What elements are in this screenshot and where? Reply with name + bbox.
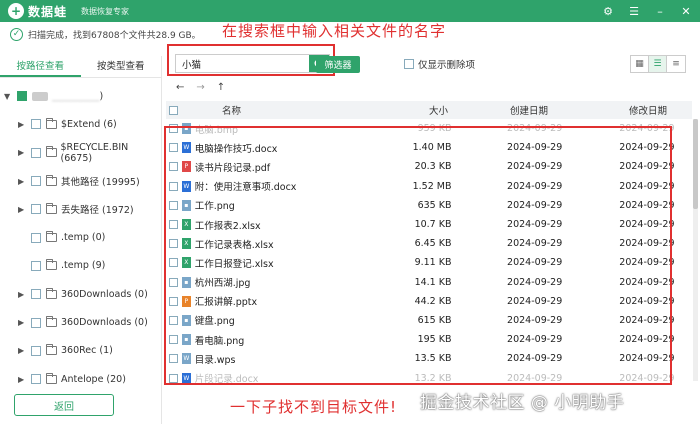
tree-item[interactable]: .temp (0) [0,223,161,251]
tree-item[interactable]: ▶ Antelope (20) [0,365,161,393]
chevron-right-icon[interactable]: ▶ [18,205,28,214]
tree-item-label: 丢失路径 (1972) [61,205,134,217]
tree-item[interactable]: .temp (9) [0,252,161,280]
logo-icon: + [8,3,24,19]
settings-icon[interactable]: ⚙ [600,3,616,19]
search-input[interactable] [176,58,309,69]
folder-icon [46,287,57,299]
tree-root[interactable]: ▼ __________ ) [0,82,161,110]
tree-item-checkbox[interactable] [31,176,41,187]
detail-view-icon[interactable]: ≡ [667,56,685,72]
chevron-right-icon[interactable]: ▶ [18,318,28,327]
tree-item-label: 其他路径 (19995) [61,177,140,189]
folder-icon [46,202,57,214]
tree-item-checkbox[interactable] [31,232,41,243]
view-toggle-group: ▦ ☰ ≡ [630,55,686,73]
folder-tree: ▼ __________ ) ▶ $Extend (6) ▶ $RECYCLE.… [0,78,161,393]
tree-item[interactable]: ▶ 360Downloads (0) [0,308,161,336]
path-navigation: ← → ↑ [176,82,225,93]
header-modified[interactable]: 修改日期 [574,103,692,117]
tree-item[interactable]: ▶ 丢失路径 (1972) [0,195,161,223]
scan-status-text: 扫描完成，找到67808个文件共28.9 GB。 [28,30,201,41]
tree-item-checkbox[interactable] [31,289,41,300]
tree-item-checkbox[interactable] [31,204,41,215]
tree-item[interactable]: ▶ 360Downloads (0) [0,280,161,308]
sidebar: 按路径查看 按类型查看 ▼ __________ ) ▶ $Extend (6)… [0,56,162,424]
tree-item[interactable]: ▶ $RECYCLE.BIN (6675) [0,139,161,167]
chevron-right-icon[interactable]: ▶ [18,148,28,157]
file-table-header: 名称 大小 创建日期 修改日期 [166,101,692,119]
tree-item[interactable]: ▶ 360Rec (1) [0,337,161,365]
window-controls: ⚙ ☰ – ✕ [600,3,694,19]
header-size[interactable]: 大小 [328,103,448,117]
app-subtitle: 数据恢复专家 [81,6,130,16]
tree-root-suffix: ) [99,90,104,102]
tree-root-checkbox[interactable] [17,91,27,102]
title-bar: + 数据蛙 数据恢复专家 ⚙ ☰ – ✕ [0,0,700,22]
tree-item-label: 360Downloads (0) [61,288,148,300]
folder-icon [45,146,57,158]
tree-item[interactable]: ▶ $Extend (6) [0,110,161,138]
scan-status: ✓ 扫描完成，找到67808个文件共28.9 GB。 [10,26,201,42]
chevron-right-icon[interactable]: ▶ [18,290,28,299]
watermark: 掘金技术社区 @ 小明助手 [420,393,625,413]
scrollbar-thumb[interactable] [693,119,698,209]
check-circle-icon: ✓ [10,27,23,41]
tree-item-label: $Extend (6) [61,118,117,130]
app-name: 数据蛙 [28,4,68,19]
minimize-icon[interactable]: – [652,3,668,19]
tree-item-checkbox[interactable] [31,345,41,356]
tree-item-label: .temp (0) [61,232,106,244]
nav-forward-icon[interactable]: → [196,82,204,93]
grid-view-icon[interactable]: ▦ [631,56,649,72]
nav-up-icon[interactable]: ↑ [217,82,225,93]
folder-icon [46,231,57,243]
chevron-right-icon[interactable]: ▶ [18,177,28,186]
chevron-right-icon[interactable]: ▶ [18,120,28,129]
folder-icon [46,344,57,356]
tree-item-label: .temp (9) [61,260,106,272]
search-box [175,54,330,73]
tree-item[interactable]: ▶ 其他路径 (19995) [0,167,161,195]
tree-item-checkbox[interactable] [31,260,41,271]
back-button[interactable]: 返回 [14,394,114,416]
tree-root-label: __________ [52,90,100,102]
only-deleted-checkbox[interactable] [404,59,414,69]
tree-item-label: $RECYCLE.BIN (6675) [60,141,129,164]
folder-icon [46,174,57,186]
table-scrollbar[interactable] [693,119,698,381]
menu-icon[interactable]: ☰ [626,3,642,19]
folder-icon [46,259,57,271]
list-view-icon[interactable]: ☰ [649,56,667,72]
close-icon[interactable]: ✕ [678,3,694,19]
only-deleted-label: 仅显示删除项 [418,60,476,71]
tree-item-checkbox[interactable] [31,317,41,328]
tree-item-checkbox[interactable] [30,147,41,158]
header-name[interactable]: 名称 [178,103,328,117]
folder-icon [46,316,57,328]
drive-icon [32,91,48,101]
chevron-right-icon[interactable]: ▶ [18,346,28,355]
tab-by-type[interactable]: 按类型查看 [81,56,162,77]
sidebar-tabs: 按路径查看 按类型查看 [0,56,161,78]
chevron-right-icon[interactable]: ▶ [18,375,28,384]
tree-item-checkbox[interactable] [31,374,41,385]
folder-icon [46,372,57,384]
results-highlight-box [164,126,672,385]
tree-item-checkbox[interactable] [31,119,41,130]
tree-item-label: 360Rec (1) [61,345,113,357]
select-all-checkbox[interactable] [169,105,178,115]
header-created[interactable]: 创建日期 [448,103,574,117]
tab-by-path[interactable]: 按路径查看 [0,56,81,77]
tree-item-label: 360Downloads (0) [61,317,148,329]
nav-back-icon[interactable]: ← [176,82,184,93]
only-deleted-toggle[interactable]: 仅显示删除项 [404,57,475,71]
app-logo: + 数据蛙 [8,3,67,20]
folder-icon [46,117,57,129]
filter-button[interactable]: 筛选器 [316,56,360,73]
tree-item-label: Antelope (20) [61,373,126,385]
annotation-bottom: 一下子找不到目标文件! [230,398,398,416]
annotation-top: 在搜索框中输入相关文件的名字 [222,22,447,40]
chevron-down-icon[interactable]: ▼ [4,92,14,101]
